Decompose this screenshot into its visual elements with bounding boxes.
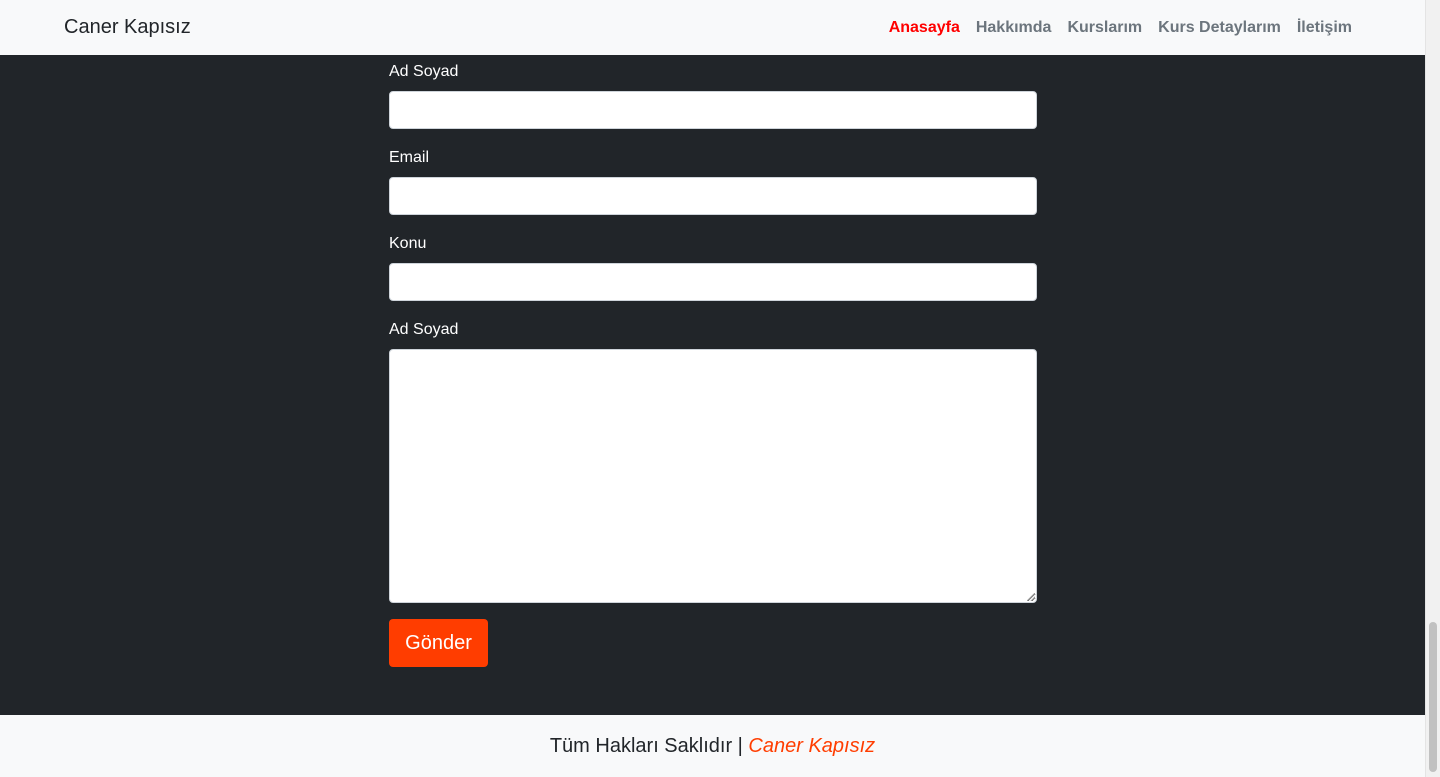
submit-button[interactable]: Gönder — [389, 619, 488, 667]
nav-item-kurslarim: Kurslarım — [1067, 18, 1142, 37]
nav-link-hakkimda[interactable]: Hakkımda — [976, 19, 1052, 36]
main-content: Ad Soyad Email Konu Ad Soyad Gönder — [0, 55, 1425, 715]
nav-item-anasayfa: Anasayfa — [889, 18, 960, 37]
nav-item-kurs-detaylarim: Kurs Detaylarım — [1158, 18, 1281, 37]
name-label: Ad Soyad — [389, 63, 459, 80]
scrollbar-thumb[interactable] — [1429, 622, 1437, 772]
message-textarea[interactable] — [389, 349, 1037, 603]
nav-item-hakkimda: Hakkımda — [976, 18, 1052, 37]
footer: Tüm Hakları Saklıdır | Caner Kapısız — [0, 715, 1425, 777]
navbar: Caner Kapısız Anasayfa Hakkımda Kursları… — [0, 0, 1425, 55]
footer-author: Caner Kapısız — [748, 735, 876, 757]
subject-input[interactable] — [389, 263, 1037, 301]
message-label: Ad Soyad — [389, 321, 459, 338]
nav-item-iletisim: İletişim — [1297, 18, 1352, 37]
nav-link-iletisim[interactable]: İletişim — [1297, 19, 1352, 36]
nav-menu: Anasayfa Hakkımda Kurslarım Kurs Detayla… — [889, 18, 1352, 37]
subject-label: Konu — [389, 235, 427, 252]
nav-link-kurs-detaylarim[interactable]: Kurs Detaylarım — [1158, 19, 1281, 36]
nav-link-anasayfa[interactable]: Anasayfa — [889, 19, 960, 36]
nav-link-kurslarim[interactable]: Kurslarım — [1067, 19, 1142, 36]
name-input[interactable] — [389, 91, 1037, 129]
email-label: Email — [389, 149, 430, 166]
brand-logo[interactable]: Caner Kapısız — [64, 15, 191, 39]
email-input[interactable] — [389, 177, 1037, 215]
page-scrollbar[interactable] — [1425, 0, 1440, 777]
message-wrapper — [389, 349, 1037, 603]
footer-copyright: Tüm Hakları Saklıdır | — [549, 735, 749, 757]
resize-grip-icon[interactable] — [1027, 593, 1035, 601]
